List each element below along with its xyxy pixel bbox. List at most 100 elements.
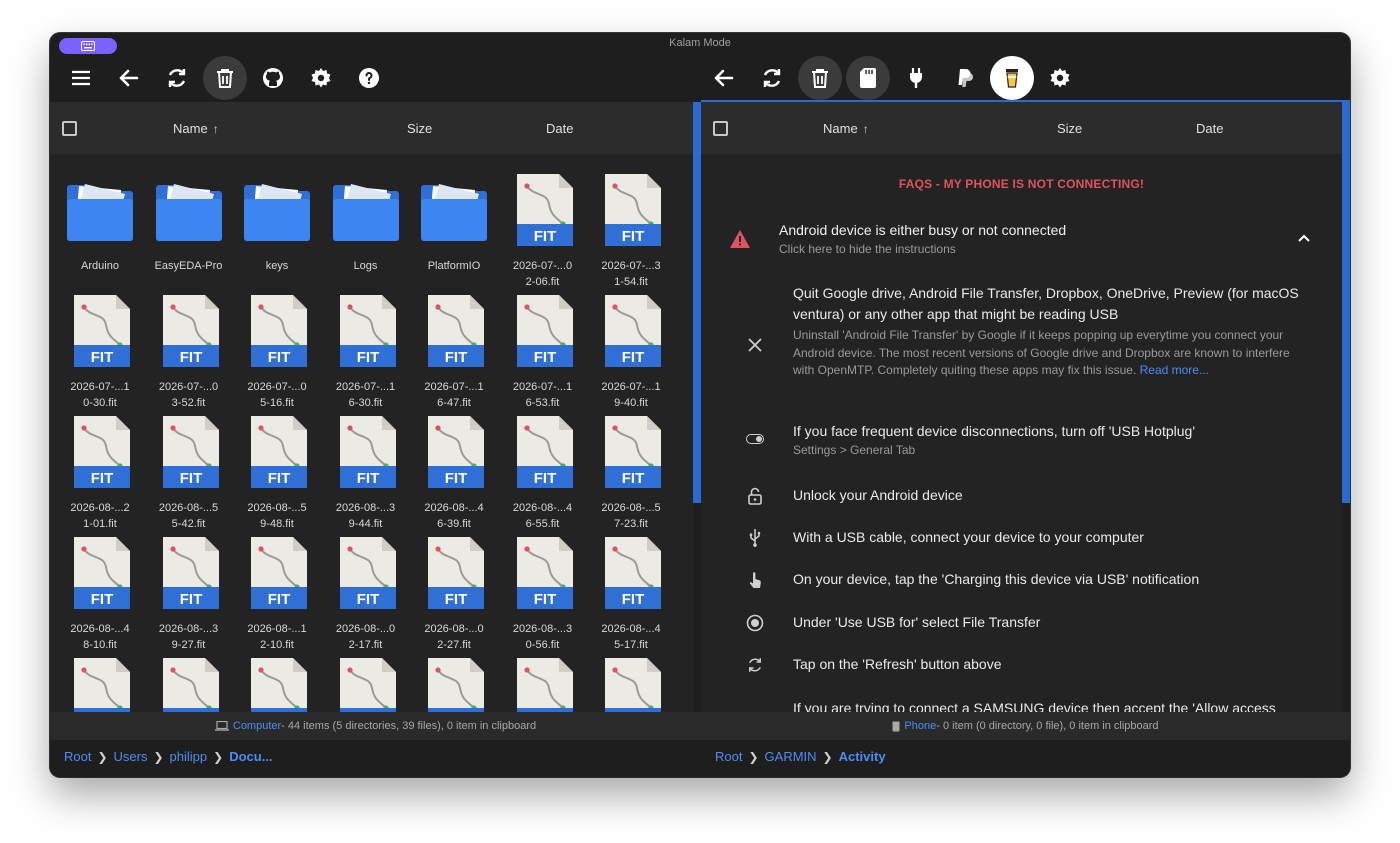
folder-item[interactable]: PlatformIO: [410, 174, 498, 292]
menu-button[interactable]: [59, 56, 103, 100]
left-status-bar: Computer - 44 items (5 directories, 39 f…: [50, 712, 701, 740]
file-item[interactable]: FIT: [499, 658, 587, 712]
breadcrumb-current[interactable]: Activity: [839, 749, 886, 764]
file-item[interactable]: FIT 2026-08-...3 0-56.fit: [499, 537, 587, 655]
file-label: 2026-08-...5 9-48.fit: [247, 502, 307, 530]
gear-icon: [1050, 68, 1070, 88]
file-item[interactable]: FIT 2026-07-...0 2-06.fit: [499, 174, 587, 292]
right-settings-button[interactable]: [1038, 56, 1082, 100]
file-item[interactable]: FIT: [410, 658, 498, 712]
breadcrumb-philipp[interactable]: philipp: [170, 749, 208, 764]
file-item[interactable]: FIT 2026-08-...0 2-27.fit: [410, 537, 498, 655]
file-item[interactable]: FIT 2026-08-...5 5-42.fit: [145, 416, 233, 534]
file-label: 2026-07-...3 1-54.fit: [601, 260, 661, 288]
buy-me-coffee-button[interactable]: [990, 56, 1034, 100]
folder-item[interactable]: keys: [233, 174, 321, 292]
connect-button[interactable]: [894, 56, 938, 100]
faq-title: FAQS - MY PHONE IS NOT CONNECTING!: [898, 177, 1145, 191]
github-icon: [263, 68, 283, 88]
file-item[interactable]: FIT 2026-07-...3 1-54.fit: [587, 174, 675, 292]
breadcrumb-root[interactable]: Root: [715, 749, 742, 764]
breadcrumb-root[interactable]: Root: [64, 749, 91, 764]
delete-button[interactable]: [203, 56, 247, 100]
select-all-checkbox[interactable]: [62, 121, 77, 136]
file-item[interactable]: FIT 2026-07-...0 5-16.fit: [233, 295, 321, 413]
paypal-button[interactable]: [942, 56, 986, 100]
file-item[interactable]: FIT 2026-08-...3 9-44.fit: [322, 416, 410, 534]
right-date-column-header[interactable]: Date: [1196, 121, 1223, 136]
right-select-all-checkbox[interactable]: [713, 121, 728, 136]
breadcrumb-users[interactable]: Users: [114, 749, 148, 764]
back-button[interactable]: [107, 56, 151, 100]
file-item[interactable]: FIT 2026-08-...1 2-10.fit: [233, 537, 321, 655]
right-delete-button[interactable]: [798, 56, 842, 100]
file-item[interactable]: FIT 2026-08-...4 8-10.fit: [56, 537, 144, 655]
file-item[interactable]: FIT: [233, 658, 321, 712]
folder-label: Logs: [353, 260, 378, 272]
file-item[interactable]: FIT 2026-08-...4 6-39.fit: [410, 416, 498, 534]
file-item[interactable]: FIT 2026-07-...1 6-47.fit: [410, 295, 498, 413]
right-size-column-header[interactable]: Size: [1057, 121, 1082, 136]
fit-file-icon: FIT: [605, 658, 661, 712]
radio-icon: [745, 613, 765, 633]
file-item[interactable]: FIT 2026-07-...0 3-52.fit: [145, 295, 233, 413]
right-name-column-header[interactable]: Name ↑: [823, 121, 869, 136]
folder-item[interactable]: EasyEDA-Pro: [145, 174, 233, 292]
file-item[interactable]: FIT 2026-08-...4 5-17.fit: [587, 537, 675, 655]
file-item[interactable]: FIT: [145, 658, 233, 712]
file-badge: FIT: [91, 349, 114, 366]
file-badge: FIT: [533, 349, 556, 366]
size-column-header[interactable]: Size: [407, 121, 432, 136]
refresh-button[interactable]: [155, 56, 199, 100]
left-breadcrumb: Root ❯ Users ❯ philipp ❯ Docu...: [64, 749, 273, 764]
file-item[interactable]: FIT: [587, 658, 675, 712]
right-scrollbar[interactable]: [1342, 102, 1350, 503]
breadcrumb-garmin[interactable]: GARMIN: [765, 749, 817, 764]
file-label: 2026-08-...0 2-27.fit: [424, 623, 484, 651]
chevron-right-icon: ❯: [213, 749, 224, 764]
fit-file-icon: FIT: [339, 658, 396, 712]
right-refresh-button[interactable]: [750, 56, 794, 100]
right-status-bar: Phone - 0 item (0 directory, 0 file), 0 …: [701, 712, 1350, 740]
file-item[interactable]: FIT 2026-07-...1 6-53.fit: [499, 295, 587, 413]
arrow-left-icon: [119, 69, 139, 87]
right-toolbar: [702, 55, 1086, 101]
name-column-header[interactable]: Name ↑: [173, 121, 219, 136]
github-button[interactable]: [251, 56, 295, 100]
faq-item-tap-notification: On your device, tap the 'Charging this d…: [701, 569, 1342, 593]
file-badge: FIT: [268, 470, 291, 487]
file-item[interactable]: FIT 2026-07-...1 0-30.fit: [56, 295, 144, 413]
file-item[interactable]: FIT: [56, 658, 144, 712]
settings-button[interactable]: [299, 56, 343, 100]
file-item[interactable]: FIT: [322, 658, 410, 712]
faq-item-file-transfer: Under 'Use USB for' select File Transfer: [701, 612, 1342, 636]
read-more-link[interactable]: Read more...: [1140, 363, 1209, 377]
storage-button[interactable]: [846, 56, 890, 100]
file-item[interactable]: FIT 2026-08-...2 1-01.fit: [56, 416, 144, 534]
date-column-header[interactable]: Date: [546, 121, 573, 136]
plug-icon: [910, 68, 922, 88]
file-item[interactable]: FIT 2026-08-...5 7-23.fit: [587, 416, 675, 534]
breadcrumb-current[interactable]: Docu...: [229, 749, 272, 764]
left-scrollbar[interactable]: [693, 102, 701, 503]
connection-warning[interactable]: Android device is either busy or not con…: [701, 212, 1342, 272]
folder-item[interactable]: Logs: [322, 174, 410, 292]
folder-label: PlatformIO: [427, 260, 481, 272]
file-badge: FIT: [356, 470, 379, 487]
file-item[interactable]: FIT 2026-08-...0 2-17.fit: [322, 537, 410, 655]
file-item[interactable]: FIT 2026-08-...3 9-27.fit: [145, 537, 233, 655]
faq-item-unlock: Unlock your Android device: [701, 485, 1342, 509]
app-window: Kalam Mode Name ↑ Size Date Arduino Easy…: [50, 33, 1350, 777]
trash-icon: [812, 69, 828, 88]
file-item[interactable]: FIT 2026-07-...1 9-40.fit: [587, 295, 675, 413]
fit-file-icon: FIT: [516, 174, 573, 246]
file-item[interactable]: FIT 2026-08-...5 9-48.fit: [233, 416, 321, 534]
file-item[interactable]: FIT 2026-07-...1 6-30.fit: [322, 295, 410, 413]
folder-item[interactable]: Arduino: [56, 174, 144, 292]
toggle-icon: [745, 429, 765, 449]
right-back-button[interactable]: [702, 56, 746, 100]
laptop-icon: [214, 721, 229, 731]
file-item[interactable]: FIT 2026-08-...4 6-55.fit: [499, 416, 587, 534]
help-button[interactable]: [347, 56, 391, 100]
fit-file-icon: FIT: [162, 658, 219, 712]
